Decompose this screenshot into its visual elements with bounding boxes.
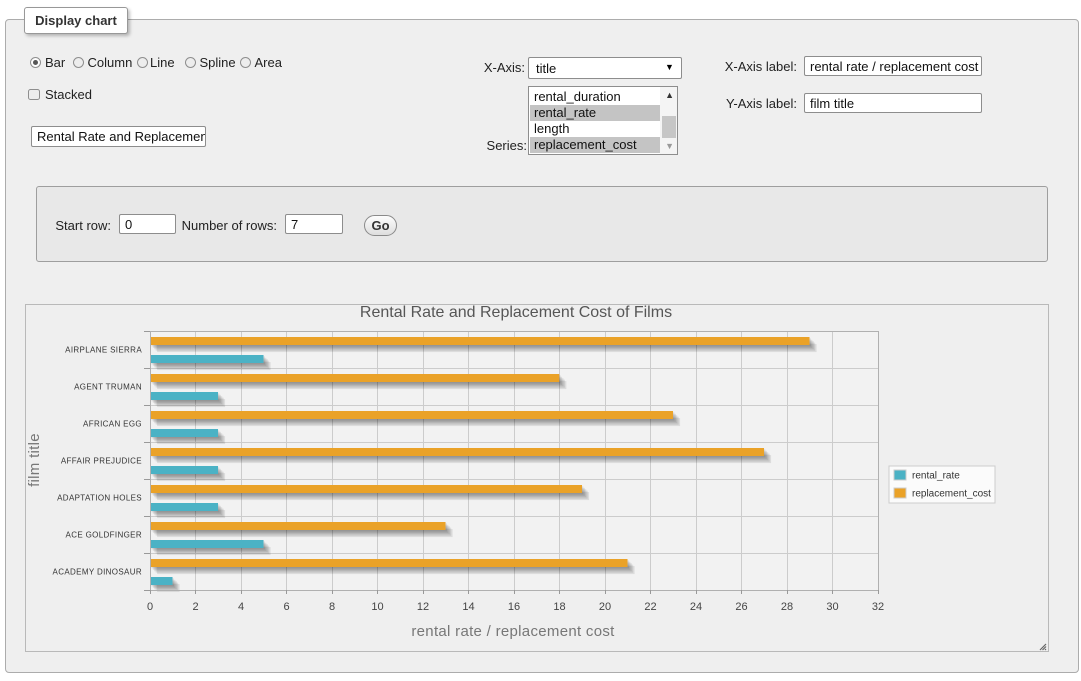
svg-text:16: 16 (508, 601, 520, 613)
svg-text:26: 26 (735, 601, 747, 613)
svg-text:4: 4 (238, 601, 244, 613)
svg-text:rental rate / replacement cost: rental rate / replacement cost (411, 623, 615, 640)
svg-text:AFRICAN EGG: AFRICAN EGG (83, 420, 142, 429)
svg-text:18: 18 (553, 601, 565, 613)
svg-text:32: 32 (872, 601, 884, 613)
svg-text:rental_rate: rental_rate (912, 471, 960, 482)
svg-text:Rental Rate and Replacement Co: Rental Rate and Replacement Cost of Film… (360, 304, 672, 321)
svg-text:AFFAIR PREJUDICE: AFFAIR PREJUDICE (61, 457, 142, 466)
svg-text:12: 12 (417, 601, 429, 613)
svg-text:28: 28 (781, 601, 793, 613)
svg-text:ADAPTATION HOLES: ADAPTATION HOLES (57, 494, 142, 503)
svg-text:20: 20 (599, 601, 611, 613)
svg-text:30: 30 (826, 601, 838, 613)
svg-text:film title: film title (26, 433, 43, 487)
svg-text:replacement_cost: replacement_cost (912, 489, 991, 500)
svg-text:2: 2 (192, 601, 198, 613)
svg-text:22: 22 (644, 601, 656, 613)
svg-text:8: 8 (329, 601, 335, 613)
svg-text:AIRPLANE SIERRA: AIRPLANE SIERRA (65, 346, 142, 355)
svg-text:6: 6 (283, 601, 289, 613)
svg-text:ACE GOLDFINGER: ACE GOLDFINGER (66, 531, 142, 540)
svg-text:0: 0 (147, 601, 153, 613)
svg-text:10: 10 (371, 601, 383, 613)
svg-text:ACADEMY DINOSAUR: ACADEMY DINOSAUR (53, 568, 142, 577)
svg-text:AGENT TRUMAN: AGENT TRUMAN (74, 383, 142, 392)
svg-text:14: 14 (462, 601, 474, 613)
svg-text:24: 24 (690, 601, 702, 613)
